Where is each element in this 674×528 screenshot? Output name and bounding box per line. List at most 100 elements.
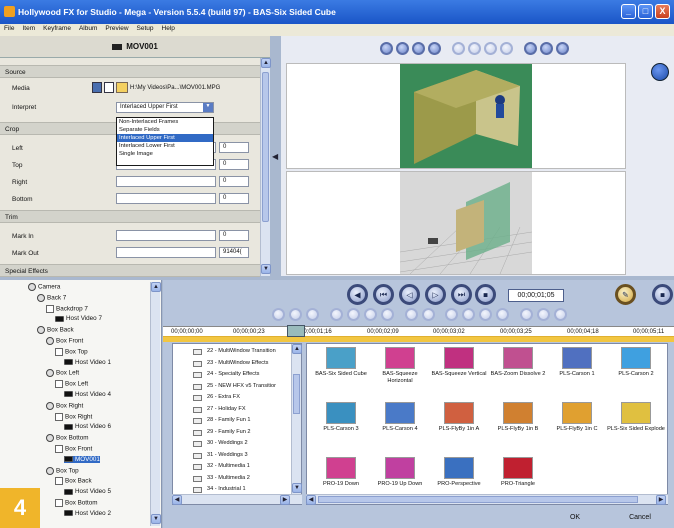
step-back-button[interactable]: ◁ [399,284,420,305]
cat-scroll-up-icon[interactable]: ▲ [292,344,302,354]
gallery-hscroll[interactable]: ◀ ▶ [306,494,668,505]
special-effects-section[interactable]: Special Effects [0,264,260,277]
option-interlaced-upper[interactable]: Interlaced Upper First [117,134,213,142]
category-item[interactable]: 34 - Industrial 1 [207,486,246,492]
keyframe-button-11[interactable] [462,308,475,321]
tree-node[interactable]: Host Video 2 [64,510,111,517]
keyframe-button-16[interactable] [554,308,567,321]
chevron-down-icon[interactable]: ▼ [203,103,213,112]
step-forward-button[interactable]: ▷ [425,284,446,305]
effect-thumbnail[interactable] [326,402,356,424]
category-item[interactable]: 23 - MultiWindow Effects [207,360,268,366]
keyframe-button-1[interactable] [272,308,285,321]
menu-file[interactable]: File [0,24,18,32]
properties-scrollbar[interactable]: ▲ ▼ [260,58,271,276]
category-hscroll[interactable]: ◀ ▶ [172,494,302,505]
category-item[interactable]: 24 - Specialty Effects [207,371,259,377]
gallery-scroll-thumb[interactable] [318,496,638,503]
crop-bottom-slider[interactable] [116,193,216,204]
tree-node[interactable]: Box Bottom [55,499,98,507]
mark-in-slider[interactable] [116,230,216,241]
view-button-4[interactable] [428,42,441,55]
folder-icon[interactable] [116,82,128,93]
cat-scroll-thumb[interactable] [293,374,300,414]
effect-thumbnail[interactable] [326,347,356,369]
minimize-button[interactable]: _ [621,4,636,19]
view-button-11[interactable] [556,42,569,55]
tree-node[interactable]: Box Left [46,369,79,378]
category-item[interactable]: 22 - MultiWindow Transition [207,348,276,354]
keyframe-button-7[interactable] [381,308,394,321]
menu-help[interactable]: Help [158,24,179,32]
view-button-3[interactable] [412,42,425,55]
crop-left-field[interactable]: 0 [219,142,249,153]
tree-node[interactable]: Back 7 [37,293,66,302]
play-backward-button[interactable]: ◀ [347,284,368,305]
keyframe-button-2[interactable] [289,308,302,321]
view-button-8[interactable] [500,42,513,55]
tree-scroll-down-icon[interactable]: ▼ [151,514,161,524]
keyframe-button-15[interactable] [537,308,550,321]
tree-node[interactable]: Box Left [55,380,88,389]
effect-thumbnail[interactable] [444,347,474,369]
view-button-10[interactable] [540,42,553,55]
help-icon[interactable] [651,63,669,81]
tree-node[interactable]: Box Top [55,347,88,356]
keyframe-button-13[interactable] [496,308,509,321]
category-item[interactable]: 30 - Weddings 2 [207,440,248,446]
tree-node[interactable]: Backdrop 7 [46,304,88,313]
keyframe-button-12[interactable] [479,308,492,321]
tree-node[interactable]: Box Back [37,326,74,335]
mark-out-slider[interactable] [116,247,216,258]
crop-top-field[interactable]: 0 [219,159,249,170]
cat-scroll-right-icon[interactable]: ▶ [280,495,290,505]
category-item[interactable]: 29 - Family Fun 2 [207,429,251,435]
view-button-1[interactable] [380,42,393,55]
tree-node[interactable]: Box Back [55,477,92,486]
effect-thumbnail[interactable] [326,457,356,479]
option-single-image[interactable]: Single Image [117,150,213,158]
tree-node[interactable]: Box Front [55,445,92,453]
timeline-track[interactable] [163,337,674,342]
timeline-ruler[interactable]: 00;00;00;00 00;00;00;23 00;00;01;16 00;0… [163,326,674,337]
effect-thumbnail[interactable] [621,347,651,369]
view-button-9[interactable] [524,42,537,55]
keyframe-button-6[interactable] [364,308,377,321]
keyframe-button-9[interactable] [422,308,435,321]
scroll-down-icon[interactable]: ▼ [261,264,271,274]
tree-node[interactable]: MOV001 [64,455,100,463]
keyframe-button-3[interactable] [306,308,319,321]
category-item[interactable]: 28 - Family Fun 1 [207,417,251,423]
effect-thumbnail[interactable] [444,457,474,479]
scroll-thumb[interactable] [262,72,269,222]
ok-button[interactable]: OK [555,510,595,526]
tree-node[interactable]: Host Video 4 [64,391,111,398]
effect-thumbnail[interactable] [385,457,415,479]
to-start-button[interactable]: ⏮ [373,284,394,305]
timeline-playhead[interactable] [287,325,305,337]
keyframe-button-4[interactable] [330,308,343,321]
category-item[interactable]: 26 - Extra FX [207,394,240,400]
tree-node[interactable]: Box Front [46,337,83,345]
render-button[interactable]: ✎ [615,284,636,305]
tree-node[interactable]: Host Video 6 [64,423,111,430]
stop-button[interactable]: ■ [475,284,496,305]
effect-thumbnail[interactable] [385,347,415,369]
effect-thumbnail[interactable] [503,402,533,424]
mark-in-field[interactable]: 0 [219,230,249,241]
trim-section[interactable]: Trim [0,210,260,223]
effect-thumbnail[interactable] [562,402,592,424]
view-button-7[interactable] [484,42,497,55]
keyframe-button-10[interactable] [445,308,458,321]
category-item[interactable]: 32 - Multimedia 1 [207,463,250,469]
mark-out-field[interactable]: 91404( [219,247,249,258]
source-section[interactable]: Source [0,65,260,78]
gallery-scroll-left-icon[interactable]: ◀ [306,495,316,505]
menu-preview[interactable]: Preview [101,24,132,32]
keyframe-button-5[interactable] [347,308,360,321]
effect-thumbnail[interactable] [385,402,415,424]
menu-keyframe[interactable]: Keyframe [39,24,75,32]
menu-setup[interactable]: Setup [133,24,158,32]
effect-thumbnail[interactable] [444,402,474,424]
to-end-button[interactable]: ⏭ [451,284,472,305]
